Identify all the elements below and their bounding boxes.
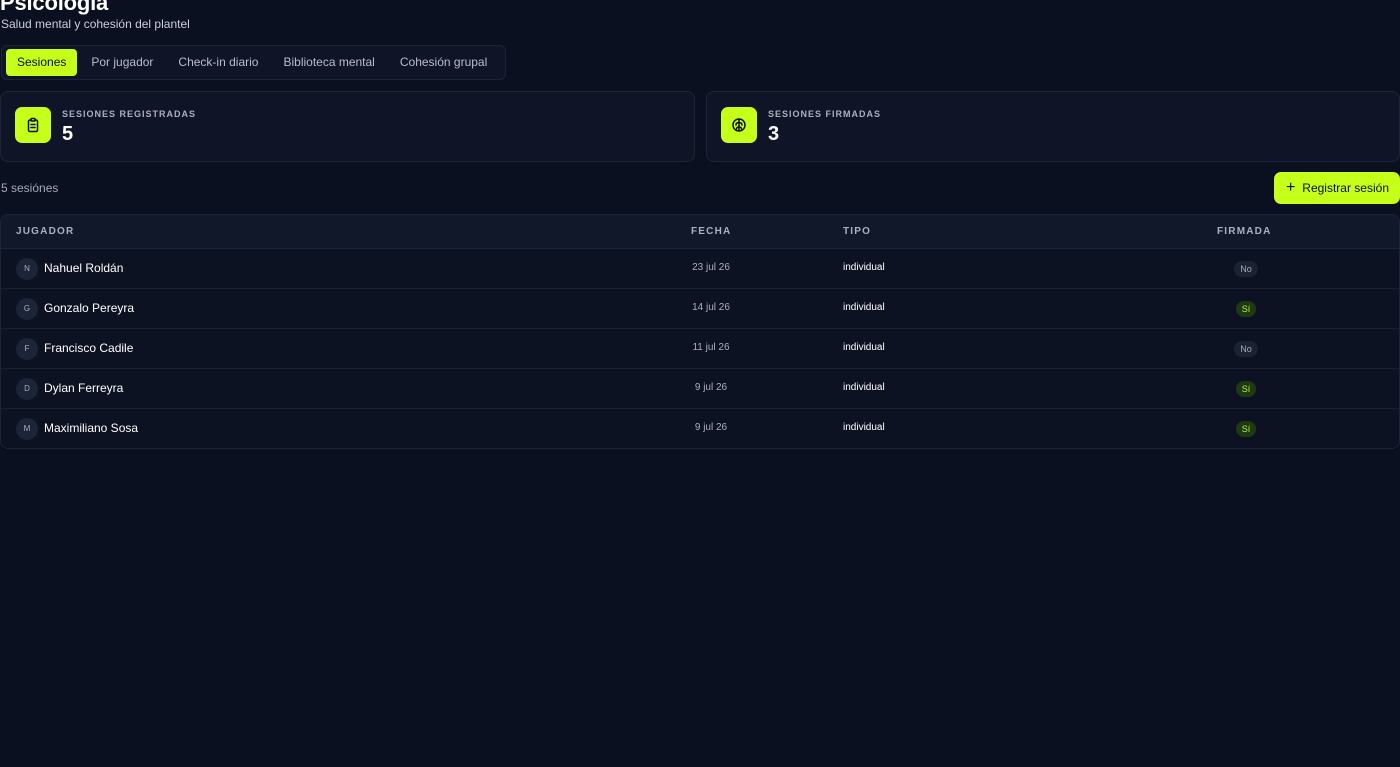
column-header-player: JUGADOR [16,226,75,237]
sessions-table: JUGADOR FECHA TIPO FIRMADA N Nahuel Rold… [0,214,1400,449]
session-date: 23 jul 26 [692,262,730,273]
tab-sesiones[interactable]: Sesiones [6,49,78,76]
stat-value: 3 [768,123,780,145]
player-name: Francisco Cadile [44,341,134,355]
session-type: individual [843,302,885,313]
stat-card-signed: SESIONES FIRMADAS 3 [706,91,1400,162]
stat-label: SESIONES FIRMADAS [768,109,882,119]
signed-badge: No [1234,261,1258,277]
avatar: N [16,258,38,280]
tab-check-in-diario[interactable]: Check-in diario [167,49,269,76]
signed-badge: Sí [1235,301,1257,317]
brain-icon [721,107,757,143]
column-header-date: FECHA [691,226,732,237]
tab-biblioteca-mental[interactable]: Biblioteca mental [272,49,385,76]
table-row[interactable]: F Francisco Cadile 11 jul 26 individual … [1,329,1399,369]
table-row[interactable]: N Nahuel Roldán 23 jul 26 individual No [1,249,1399,289]
session-date: 9 jul 26 [694,422,728,433]
signed-badge: Sí [1235,381,1257,397]
tab-cohesion-grupal[interactable]: Cohesión grupal [389,49,498,76]
session-type: individual [843,262,885,273]
player-name: Maximiliano Sosa [44,421,139,435]
clipboard-icon [15,107,51,143]
session-date: 11 jul 26 [692,342,730,353]
page-subtitle: Salud mental y cohesión del plantel [1,17,190,31]
plus-icon: + [1285,179,1296,196]
session-type: individual [843,382,885,393]
stat-value: 5 [62,123,74,145]
register-session-label: Registrar sesión [1302,181,1389,195]
avatar: F [16,338,38,360]
stat-card-registered: SESIONES REGISTRADAS 5 [0,91,695,162]
signed-badge: No [1234,341,1258,357]
avatar: D [16,378,38,400]
psychology-page: Psicología Salud mental y cohesión del p… [0,0,1400,767]
session-type: individual [843,422,885,433]
column-header-signed: FIRMADA [1217,226,1272,237]
table-row[interactable]: M Maximiliano Sosa 9 jul 26 individual S… [1,409,1399,448]
tab-por-jugador[interactable]: Por jugador [80,49,164,76]
avatar: G [16,298,38,320]
signed-badge: Sí [1235,421,1257,437]
session-date: 14 jul 26 [692,302,730,313]
session-count: 5 sesiónes [1,181,59,195]
avatar: M [16,418,38,440]
table-header: JUGADOR FECHA TIPO FIRMADA [1,215,1399,249]
session-type: individual [843,342,885,353]
table-row[interactable]: G Gonzalo Pereyra 14 jul 26 individual S… [1,289,1399,329]
player-name: Dylan Ferreyra [44,381,124,395]
player-name: Gonzalo Pereyra [44,301,135,315]
table-row[interactable]: D Dylan Ferreyra 9 jul 26 individual Sí [1,369,1399,409]
session-date: 9 jul 26 [694,382,728,393]
register-session-button[interactable]: + Registrar sesión [1273,172,1400,204]
stat-label: SESIONES REGISTRADAS [62,109,197,119]
player-name: Nahuel Roldán [44,261,124,275]
tab-bar: Sesiones Por jugador Check-in diario Bib… [1,45,507,80]
column-header-type: TIPO [843,226,872,237]
page-title: Psicología [0,0,109,15]
